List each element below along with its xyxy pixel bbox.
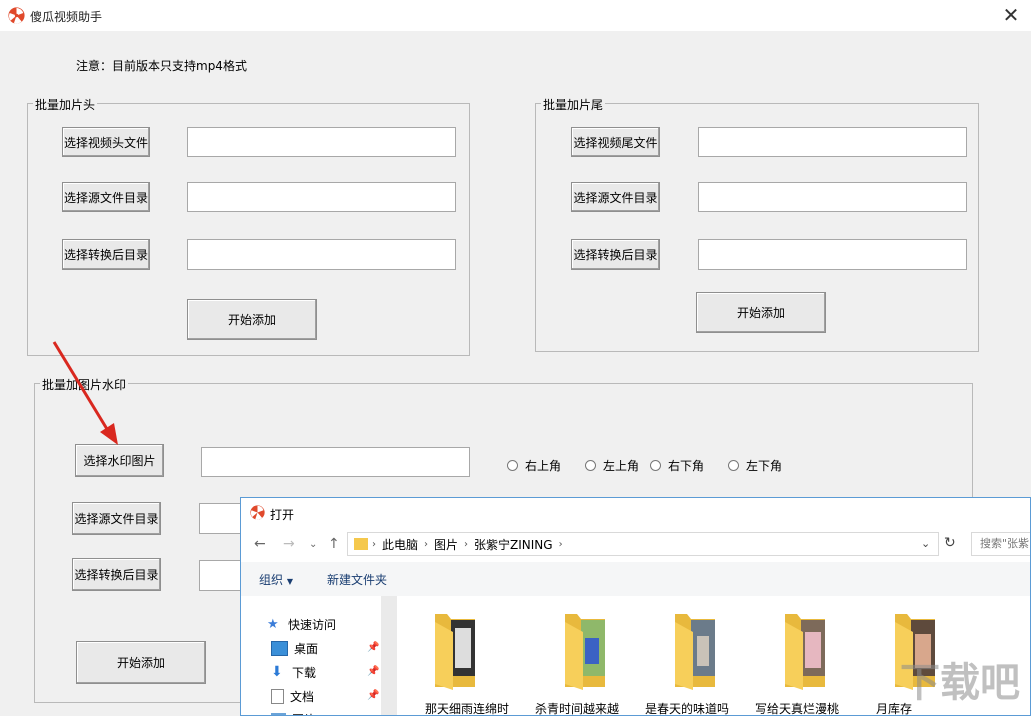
select-watermark-image-button[interactable]: 选择水印图片 xyxy=(75,444,164,477)
close-button[interactable]: ✕ xyxy=(996,3,1026,28)
folder-item[interactable] xyxy=(543,608,607,693)
chevron-right-icon: › xyxy=(559,539,563,550)
site-watermark: 下载吧 xyxy=(900,650,1020,708)
photo-folder-icon xyxy=(763,608,827,690)
breadcrumb-pictures[interactable]: 图片 xyxy=(434,536,458,553)
tail-group-legend: 批量加片尾 xyxy=(541,96,605,113)
tail-source-input[interactable] xyxy=(698,182,967,212)
head-group-legend: 批量加片头 xyxy=(33,96,97,113)
pin-icon[interactable]: 📌 xyxy=(367,642,379,653)
star-icon: ★ xyxy=(267,618,282,631)
download-icon: ⬇ xyxy=(271,666,286,679)
watermark-select-source-button[interactable]: 选择源文件目录 xyxy=(72,502,161,535)
position-bottom-left-radio[interactable]: 左下角 xyxy=(728,457,782,474)
forward-arrow-icon[interactable]: → xyxy=(283,536,295,552)
head-select-source-button[interactable]: 选择源文件目录 xyxy=(62,182,150,212)
breadcrumb-this-pc[interactable]: 此电脑 xyxy=(382,536,418,553)
sidebar-item-pictures[interactable]: 图片 xyxy=(271,711,316,716)
position-bottom-right-radio[interactable]: 右下角 xyxy=(650,457,704,474)
select-head-file-button[interactable]: 选择视频头文件 xyxy=(62,127,150,157)
title-bar xyxy=(0,0,1031,31)
sidebar-item-desktop[interactable]: 桌面 xyxy=(271,640,318,657)
position-top-left-radio[interactable]: 左上角 xyxy=(585,457,639,474)
folder-item[interactable] xyxy=(413,608,477,693)
new-folder-button[interactable]: 新建文件夹 xyxy=(327,571,387,588)
watermark-image-input[interactable] xyxy=(201,447,470,477)
tail-select-source-button[interactable]: 选择源文件目录 xyxy=(571,182,660,212)
recent-dropdown-icon[interactable]: ⌄ xyxy=(309,539,317,550)
select-tail-file-button[interactable]: 选择视频尾文件 xyxy=(571,127,660,157)
refresh-icon[interactable]: ↻ xyxy=(944,535,956,551)
folder-icon xyxy=(354,538,368,550)
desktop-icon xyxy=(271,641,288,656)
folder-label: 那天细雨连绵时 xyxy=(414,700,520,716)
pin-icon[interactable]: 📌 xyxy=(367,666,379,677)
photo-folder-icon xyxy=(413,608,477,690)
search-input[interactable]: 搜索"张紫 xyxy=(971,532,1031,556)
folder-item[interactable] xyxy=(653,608,717,693)
head-start-button[interactable]: 开始添加 xyxy=(187,299,317,340)
tail-file-input[interactable] xyxy=(698,127,967,157)
sidebar-item-quick-access[interactable]: ★快速访问 xyxy=(267,616,336,633)
tail-start-button[interactable]: 开始添加 xyxy=(696,292,826,333)
breadcrumb-folder[interactable]: 张紫宁ZINING xyxy=(474,536,553,553)
window-title: 傻瓜视频助手 xyxy=(30,8,102,25)
tail-output-input[interactable] xyxy=(698,239,967,270)
folder-label: 是春天的味道吗 xyxy=(634,700,740,716)
app-logo-icon xyxy=(8,7,25,24)
back-arrow-icon[interactable]: ← xyxy=(254,536,266,552)
document-icon xyxy=(271,689,284,704)
address-dropdown-icon[interactable]: ⌄ xyxy=(921,537,930,550)
head-select-output-button[interactable]: 选择转换后目录 xyxy=(62,239,150,270)
watermark-select-output-button[interactable]: 选择转换后目录 xyxy=(72,558,161,591)
chevron-right-icon: › xyxy=(372,539,376,550)
sidebar-item-documents[interactable]: 文档 xyxy=(271,688,314,705)
folder-item[interactable] xyxy=(763,608,827,693)
chevron-right-icon: › xyxy=(424,539,428,550)
head-file-input[interactable] xyxy=(187,127,456,157)
pin-icon[interactable]: 📌 xyxy=(367,690,379,701)
dialog-title: 打开 xyxy=(270,506,294,523)
dialog-app-icon xyxy=(250,505,265,520)
photo-folder-icon xyxy=(543,608,607,690)
organize-menu[interactable]: 组织 ▼ xyxy=(259,571,293,588)
watermark-start-button[interactable]: 开始添加 xyxy=(76,641,206,684)
head-output-input[interactable] xyxy=(187,239,456,270)
head-source-input[interactable] xyxy=(187,182,456,212)
up-arrow-icon[interactable]: ↑ xyxy=(328,536,340,552)
tail-select-output-button[interactable]: 选择转换后目录 xyxy=(571,239,660,270)
dropdown-triangle-icon: ▼ xyxy=(287,577,293,586)
photo-folder-icon xyxy=(653,608,717,690)
folder-label: 杀青时间越来越 xyxy=(524,700,630,716)
sidebar-scrollbar[interactable] xyxy=(381,596,397,716)
chevron-right-icon: › xyxy=(464,539,468,550)
sidebar-item-downloads[interactable]: ⬇下载 xyxy=(271,664,316,681)
address-bar[interactable]: › 此电脑 › 图片 › 张紫宁ZINING › xyxy=(347,532,939,556)
format-notice: 注意：目前版本只支持mp4格式 xyxy=(76,57,247,74)
position-top-right-radio[interactable]: 右上角 xyxy=(507,457,561,474)
annotation-arrow-icon xyxy=(48,338,128,448)
folder-label: 写给天真烂漫桃 xyxy=(744,700,850,716)
